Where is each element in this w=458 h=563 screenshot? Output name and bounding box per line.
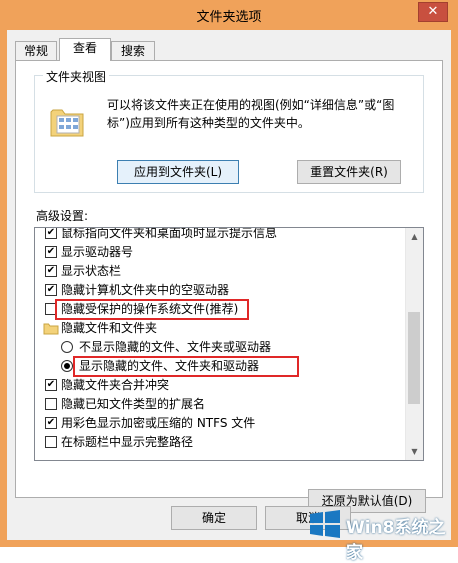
list-item[interactable]: ✔ 鼠标指向文件夹和桌面项时显示提示信息	[35, 227, 407, 243]
checkbox-checked[interactable]: ✔	[45, 379, 57, 391]
advanced-settings-list[interactable]: ✔ 鼠标指向文件夹和桌面项时显示提示信息 ✔ 显示驱动器号 ✔ 显示状态栏 ✔ …	[34, 227, 424, 461]
checkbox-checked[interactable]: ✔	[45, 265, 57, 277]
watermark-text: Win8系统之家	[346, 518, 446, 563]
list-item-label: 隐藏已知文件类型的扩展名	[61, 397, 206, 411]
tab-view[interactable]: 查看	[59, 38, 111, 61]
checkbox-checked[interactable]: ✔	[45, 284, 57, 296]
list-item-label: 隐藏文件和文件夹	[61, 321, 158, 335]
checkbox-unchecked[interactable]	[45, 436, 57, 448]
radio-button-selected[interactable]	[61, 360, 73, 372]
list-item[interactable]: 显示隐藏的文件、文件夹和驱动器	[35, 357, 407, 376]
checkbox-unchecked[interactable]	[45, 398, 57, 410]
folder-views-label: 文件夹视图	[43, 68, 110, 85]
list-item[interactable]: 隐藏受保护的操作系统文件(推荐)	[35, 300, 407, 319]
scrollbar-thumb[interactable]	[408, 312, 420, 404]
list-item-label: 隐藏文件夹合并冲突	[61, 378, 170, 392]
folder-views-group: 文件夹视图 可以将该文件夹正在使用的视图(例如“详细信息”或“图标”)应用到所有…	[34, 68, 424, 193]
list-item-group: 隐藏文件和文件夹	[35, 319, 407, 338]
checkbox-unchecked[interactable]	[45, 303, 57, 315]
title-bar[interactable]: 文件夹选项 ✕	[0, 0, 458, 30]
tab-search[interactable]: 搜索	[111, 41, 155, 60]
list-item-label: 隐藏计算机文件夹中的空驱动器	[61, 283, 230, 297]
list-item-label: 鼠标指向文件夹和桌面项时显示提示信息	[61, 227, 278, 240]
checkbox-checked[interactable]: ✔	[45, 228, 57, 239]
watermark-logo: Win8系统之家	[302, 505, 454, 563]
radio-button[interactable]	[61, 341, 73, 353]
list-item-label: 显示隐藏的文件、文件夹和驱动器	[79, 359, 260, 373]
list-item[interactable]: ✔ 用彩色显示加密或压缩的 NTFS 文件	[35, 414, 407, 433]
vertical-scrollbar[interactable]: ▲ ▼	[405, 228, 423, 460]
list-item-label: 隐藏受保护的操作系统文件(推荐)	[61, 302, 239, 316]
list-item[interactable]: ✔ 显示驱动器号	[35, 243, 407, 262]
list-item[interactable]: 在标题栏中显示完整路径	[35, 433, 407, 452]
list-item-label: 在标题栏中显示完整路径	[61, 435, 194, 449]
reset-folders-button[interactable]: 重置文件夹(R)	[297, 160, 401, 184]
folder-views-description: 可以将该文件夹正在使用的视图(例如“详细信息”或“图标”)应用到所有这种类型的文…	[107, 98, 395, 130]
checkbox-checked[interactable]: ✔	[45, 417, 57, 429]
list-item-label: 不显示隐藏的文件、文件夹或驱动器	[79, 340, 272, 354]
view-tab-panel: 文件夹视图 可以将该文件夹正在使用的视图(例如“详细信息”或“图标”)应用到所有…	[15, 60, 443, 513]
list-item[interactable]: ✔ 隐藏文件夹合并冲突	[35, 376, 407, 395]
close-icon: ✕	[427, 4, 439, 19]
list-item[interactable]: ✔ 显示状态栏	[35, 262, 407, 281]
folder-options-window: 文件夹选项 ✕ 常规 查看 搜索 文件夹视图 可以将该文件夹正在使用的视图(例如…	[0, 0, 458, 563]
list-item-label: 显示驱动器号	[61, 245, 134, 259]
dialog-client-area: 常规 查看 搜索 文件夹视图 可以将该文件夹正在使用的视图(例如“详细信息”或“…	[7, 30, 451, 540]
list-item[interactable]: ✔ 隐藏计算机文件夹中的空驱动器	[35, 281, 407, 300]
list-item[interactable]: 不显示隐藏的文件、文件夹或驱动器	[35, 338, 407, 357]
ok-button[interactable]: 确定	[171, 506, 257, 530]
list-item-label: 显示状态栏	[61, 264, 122, 278]
folder-view-icon	[50, 109, 84, 137]
scroll-down-icon[interactable]: ▼	[406, 443, 423, 460]
checkbox-checked[interactable]: ✔	[45, 246, 57, 258]
list-item-label: 用彩色显示加密或压缩的 NTFS 文件	[61, 416, 256, 430]
windows-logo-icon	[310, 510, 340, 538]
tab-general[interactable]: 常规	[15, 41, 57, 60]
apply-to-folders-button[interactable]: 应用到文件夹(L)	[117, 160, 239, 184]
close-button[interactable]: ✕	[418, 2, 448, 22]
scroll-up-icon[interactable]: ▲	[406, 228, 423, 245]
list-item[interactable]: 隐藏已知文件类型的扩展名	[35, 395, 407, 414]
advanced-settings-label: 高级设置:	[36, 209, 89, 223]
window-title: 文件夹选项	[196, 10, 262, 25]
folder-icon	[43, 323, 59, 335]
